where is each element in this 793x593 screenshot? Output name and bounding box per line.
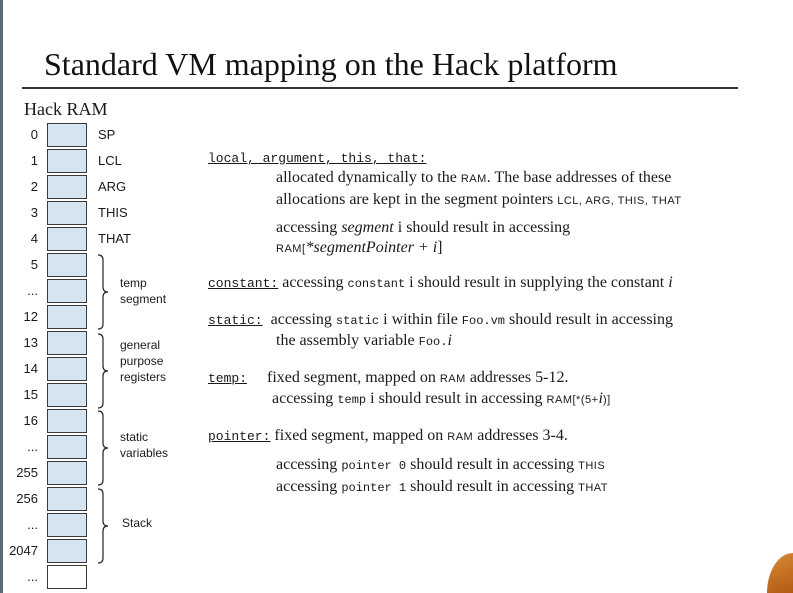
ram-cell — [47, 357, 87, 381]
ram-heading: Hack RAM — [24, 99, 108, 119]
dynamic-line3: accessing segment i should result in acc… — [276, 219, 571, 236]
address-label: ... — [27, 439, 38, 454]
ram-cell — [47, 383, 87, 407]
ram-cell — [47, 409, 87, 433]
group-general-registers: general purpose registers — [120, 338, 167, 384]
static-line2: the assembly variable Foo.i — [276, 332, 452, 349]
address-label: 14 — [23, 361, 38, 376]
dynamic-line2: allocations are kept in the segment poin… — [276, 191, 682, 208]
pointer-line3: accessing pointer 1 should result in acc… — [276, 478, 608, 495]
ram-cell — [47, 487, 87, 511]
address-label: 5 — [30, 257, 38, 272]
stack-brace — [97, 488, 109, 564]
ram-cell — [47, 279, 87, 303]
address-label: 15 — [23, 387, 38, 402]
address-label: 4 — [30, 231, 38, 246]
slide-title: Standard VM mapping on the Hack platform — [44, 46, 618, 82]
static-brace — [97, 410, 109, 486]
address-label: 1 — [30, 153, 38, 168]
ram-cell — [47, 461, 87, 485]
register-this: THIS — [98, 205, 128, 220]
pointer-line2: accessing pointer 0 should result in acc… — [276, 456, 606, 473]
ram-cell — [47, 305, 87, 329]
ram-cell — [47, 331, 87, 355]
ram-cell — [47, 201, 87, 225]
group-static: static variables — [120, 430, 169, 460]
group-temp: temp segment — [120, 276, 167, 306]
title-underline — [22, 87, 738, 89]
ram-cell — [47, 539, 87, 563]
address-label: 3 — [30, 205, 38, 220]
ram-cell — [47, 435, 87, 459]
address-label: 16 — [23, 413, 38, 428]
corner-decoration — [767, 553, 793, 593]
address-label: 256 — [16, 491, 38, 506]
pointer-line1: pointer: fixed segment, mapped on RAM ad… — [208, 427, 568, 444]
address-label: 13 — [23, 335, 38, 350]
address-label: 2 — [30, 179, 38, 194]
static-line1: static: accessing static i within file F… — [208, 311, 673, 328]
address-label: 2047 — [9, 543, 38, 558]
dynamic-line1: allocated dynamically to the RAM. The ba… — [276, 169, 672, 186]
address-label: ... — [27, 283, 38, 298]
registers-brace — [97, 333, 109, 409]
ram-cell — [47, 123, 87, 147]
address-label: ... — [27, 569, 38, 584]
register-that: THAT — [98, 231, 131, 246]
ram-cell — [47, 227, 87, 251]
dynamic-line4: RAM[*segmentPointer + i] — [276, 239, 443, 256]
group-stack: Stack — [122, 516, 153, 530]
temp-line1: temp: fixed segment, mapped on RAM addre… — [208, 369, 569, 386]
ram-cell — [47, 253, 87, 277]
dynamic-keyword: local, argument, this, that: — [208, 151, 427, 166]
address-label: 0 — [30, 127, 38, 142]
temp-brace — [97, 254, 109, 330]
address-label: ... — [27, 517, 38, 532]
address-label: 255 — [16, 465, 38, 480]
ram-cell — [47, 149, 87, 173]
register-arg: ARG — [98, 179, 127, 194]
temp-line2: accessing temp i should result in access… — [272, 390, 611, 407]
ram-cell-empty — [47, 565, 87, 589]
ram-cell — [47, 175, 87, 199]
ram-cell — [47, 513, 87, 537]
register-lcl: LCL — [98, 153, 122, 168]
constant-line: constant: accessing constant i should re… — [208, 274, 673, 291]
address-label: 12 — [23, 309, 38, 324]
register-sp: SP — [98, 127, 116, 142]
